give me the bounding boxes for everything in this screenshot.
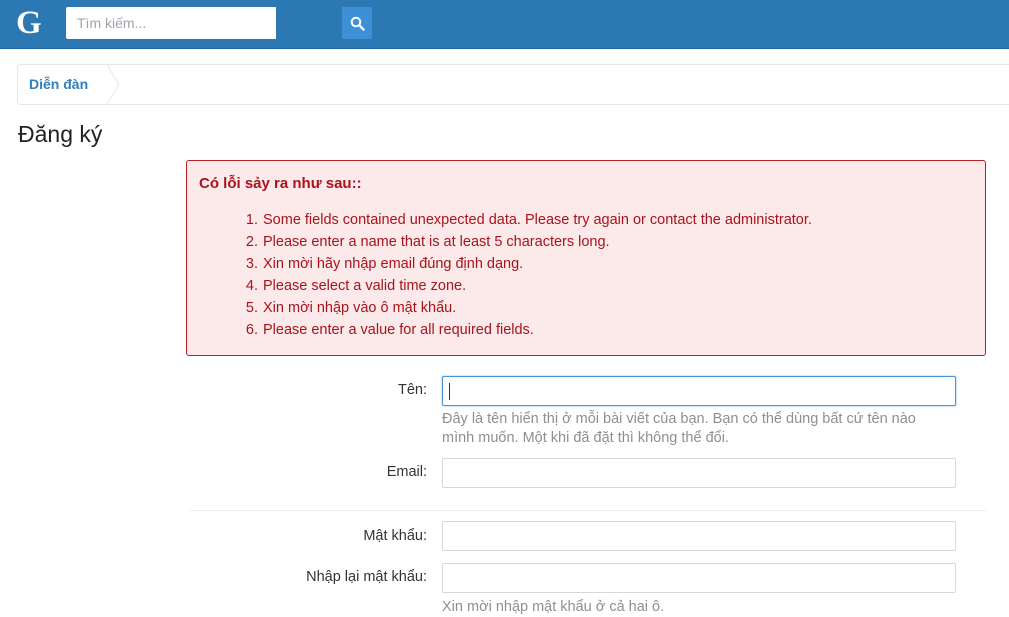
error-box: Có lỗi sảy ra như sau:: Some fields cont… [186,160,986,356]
error-title: Có lỗi sảy ra như sau:: [199,175,362,192]
email-label: Email: [386,464,427,480]
name-field[interactable] [442,376,956,406]
name-label: Tên: [397,382,427,398]
password-label: Mật khẩu: [363,528,427,544]
form-divider [190,510,986,511]
search-input[interactable] [66,7,276,39]
text-caret [449,383,450,400]
error-item: Please select a valid time zone. [262,275,812,297]
error-item: Some fields contained unexpected data. P… [262,209,812,231]
error-item: Please enter a value for all required fi… [262,319,812,341]
breadcrumb-item-forum[interactable]: Diễn đàn [18,65,100,104]
password-confirm-field[interactable] [442,563,956,593]
password-field[interactable] [442,521,956,551]
error-list: Some fields contained unexpected data. P… [187,209,812,341]
email-field[interactable] [442,458,956,488]
site-logo[interactable]: G [16,4,42,42]
breadcrumb: Diễn đàn [17,64,1009,105]
error-item: Xin mời hãy nhập email đúng định dạng. [262,253,812,275]
page-title: Đăng ký [18,121,103,147]
breadcrumb-separator-icon [107,65,120,104]
search-button[interactable] [342,7,372,39]
name-hint: Đây là tên hiển thị ở mỗi bài viết của b… [442,411,916,446]
search-icon [350,16,365,31]
error-item: Xin mời nhập vào ô mật khẩu. [262,297,812,319]
top-navbar: G [0,0,1009,49]
error-item: Please enter a name that is at least 5 c… [262,231,812,253]
password-confirm-label: Nhập lại mật khẩu: [306,569,427,585]
password-confirm-hint: Xin mời nhập mật khẩu ở cả hai ô. [442,599,665,615]
